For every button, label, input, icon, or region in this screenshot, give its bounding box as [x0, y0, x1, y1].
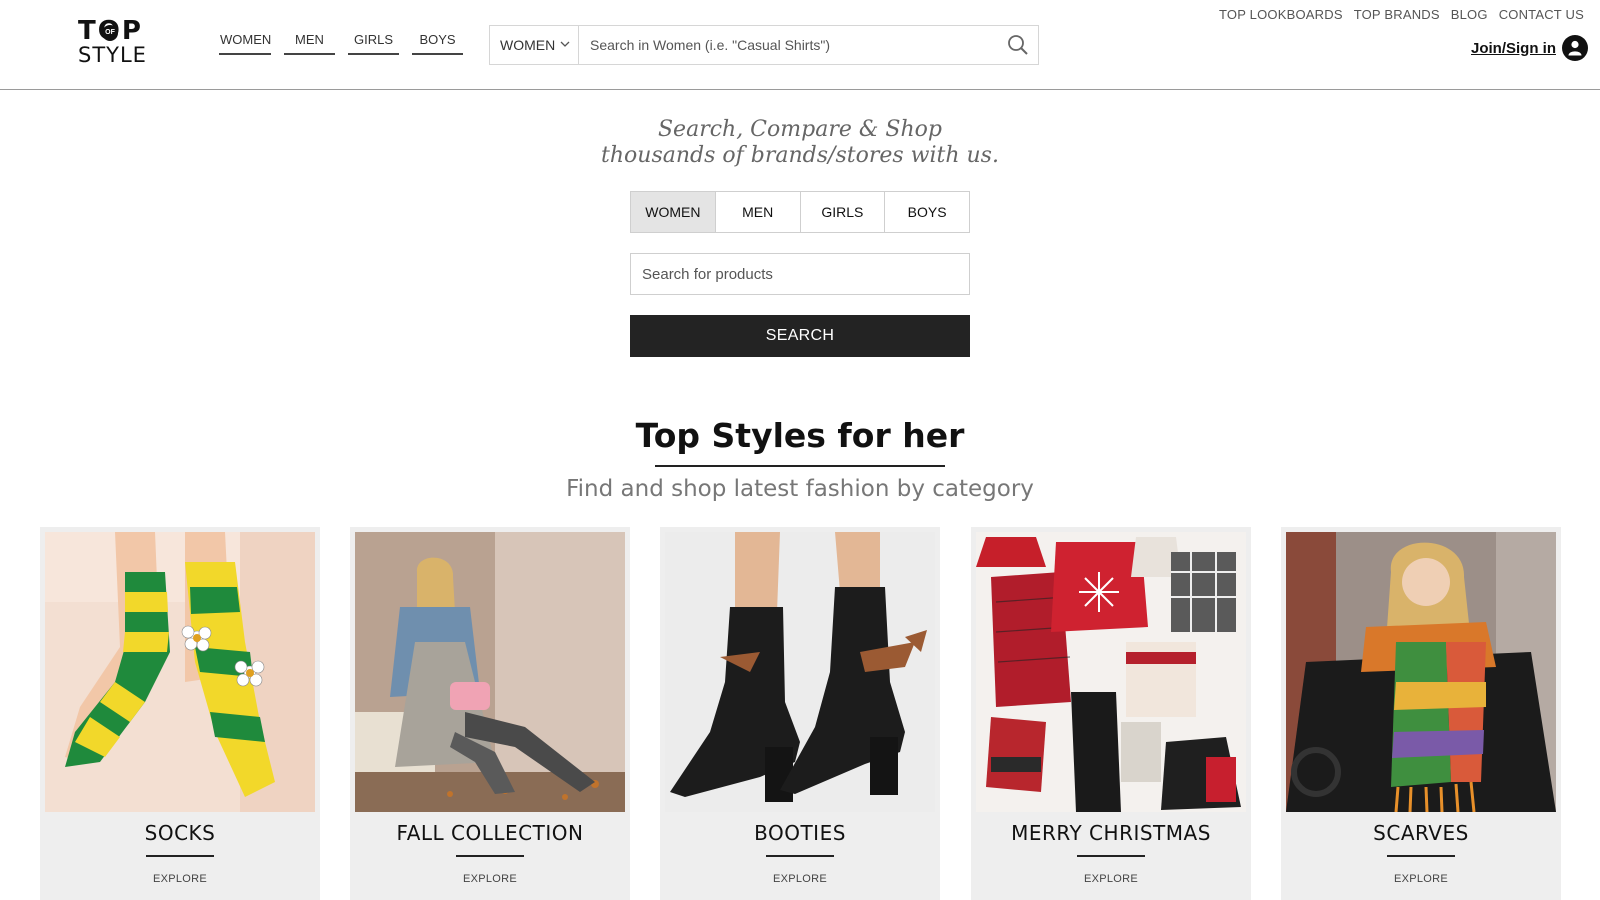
- explore-link[interactable]: EXPLORE: [1281, 873, 1561, 885]
- tab-boys[interactable]: BOYS: [885, 192, 969, 232]
- logo-of-badge: OF: [102, 25, 118, 41]
- nav-girls[interactable]: GIRLS: [348, 30, 399, 55]
- card-label: MERRY CHRISTMAS: [1011, 821, 1211, 845]
- chevron-down-icon: [560, 39, 570, 51]
- user-icon[interactable]: [1562, 35, 1588, 61]
- tab-women[interactable]: WOMEN: [631, 192, 716, 232]
- tab-men[interactable]: MEN: [715, 192, 801, 232]
- site-logo[interactable]: TOP OF STYLE: [78, 18, 154, 68]
- link-top-lookboards[interactable]: TOP LOOKBOARDS: [1219, 7, 1343, 22]
- product-search-input[interactable]: [630, 253, 970, 295]
- hero-tagline-line1: Search, Compare & Shop: [657, 117, 942, 142]
- category-tabs: WOMEN MEN GIRLS BOYS: [630, 191, 970, 233]
- header-search-bar: WOMEN: [489, 25, 1039, 65]
- card-underline: [146, 855, 214, 857]
- card-label: BOOTIES: [754, 821, 846, 845]
- main-nav: WOMEN MEN GIRLS BOYS: [219, 30, 476, 55]
- section-subtitle: Find and shop latest fashion by category: [566, 476, 1034, 502]
- top-links: TOP LOOKBOARDS TOP BRANDS BLOG CONTACT U…: [1219, 7, 1584, 22]
- header-search-input[interactable]: [579, 26, 998, 64]
- link-contact-us[interactable]: CONTACT US: [1499, 7, 1584, 22]
- link-top-brands[interactable]: TOP BRANDS: [1354, 7, 1440, 22]
- merry-christmas-image[interactable]: [976, 532, 1246, 812]
- card-underline: [766, 855, 834, 857]
- search-category-dropdown[interactable]: WOMEN: [490, 26, 579, 64]
- nav-women[interactable]: WOMEN: [219, 30, 271, 55]
- logo-style-text: STYLE: [78, 43, 147, 67]
- nav-men[interactable]: MEN: [284, 30, 335, 55]
- card-underline: [1387, 855, 1455, 857]
- category-cards: SOCKS EXPLORE FALL COLLECTION EXPLORE BO…: [40, 527, 1561, 900]
- search-button[interactable]: SEARCH: [630, 315, 970, 357]
- card-underline: [1077, 855, 1145, 857]
- link-blog[interactable]: BLOG: [1451, 7, 1488, 22]
- search-icon[interactable]: [998, 26, 1038, 64]
- category-card-scarves[interactable]: SCARVES EXPLORE: [1281, 527, 1561, 900]
- explore-link[interactable]: EXPLORE: [350, 873, 630, 885]
- tab-girls[interactable]: GIRLS: [800, 192, 886, 232]
- card-label: SOCKS: [144, 821, 216, 845]
- socks-image[interactable]: [45, 532, 315, 812]
- category-card-booties[interactable]: BOOTIES EXPLORE: [660, 527, 940, 900]
- card-label: FALL COLLECTION: [396, 821, 584, 845]
- join-sign-in-link[interactable]: Join/Sign in: [1471, 40, 1556, 57]
- explore-link[interactable]: EXPLORE: [971, 873, 1251, 885]
- hero-tagline-line2: thousands of brands/stores with us.: [601, 143, 999, 168]
- category-card-fall-collection[interactable]: FALL COLLECTION EXPLORE: [350, 527, 630, 900]
- explore-link[interactable]: EXPLORE: [40, 873, 320, 885]
- booties-image[interactable]: [665, 532, 935, 812]
- section-title: Top Styles for her: [635, 416, 965, 455]
- explore-link[interactable]: EXPLORE: [660, 873, 940, 885]
- card-label: SCARVES: [1373, 821, 1469, 845]
- hero-tagline: Search, Compare & Shop thousands of bran…: [500, 117, 1100, 169]
- search-category-value: WOMEN: [500, 37, 556, 53]
- category-card-socks[interactable]: SOCKS EXPLORE: [40, 527, 320, 900]
- fall-collection-image[interactable]: [355, 532, 625, 812]
- category-card-merry-christmas[interactable]: MERRY CHRISTMAS EXPLORE: [971, 527, 1251, 900]
- section-title-underline: [655, 465, 945, 467]
- card-underline: [456, 855, 524, 857]
- scarves-image[interactable]: [1286, 532, 1556, 812]
- nav-boys[interactable]: BOYS: [412, 30, 463, 55]
- account-area: Join/Sign in: [1471, 35, 1588, 61]
- site-header: TOP OF STYLE WOMEN MEN GIRLS BOYS WOMEN …: [0, 0, 1600, 90]
